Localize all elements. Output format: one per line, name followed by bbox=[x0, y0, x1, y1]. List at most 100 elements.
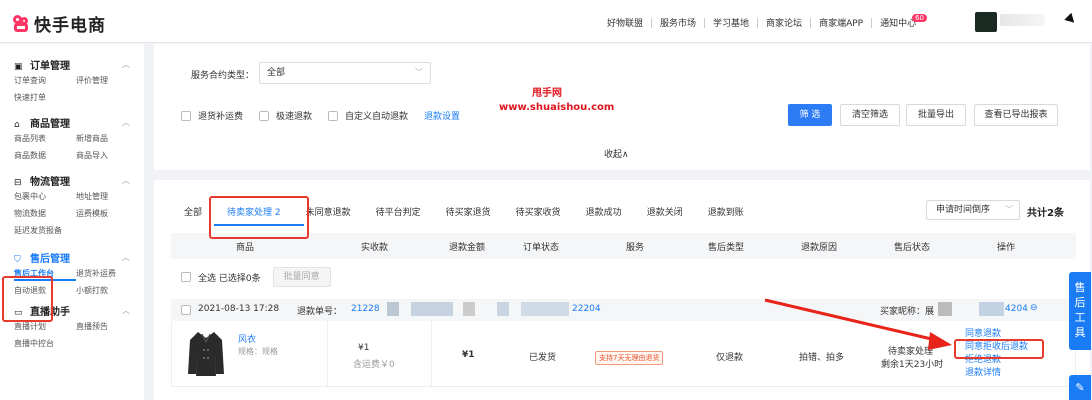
aftersales-tool-button[interactable]: 售后工具 bbox=[1069, 272, 1091, 350]
refund-settings-link[interactable]: 退款设置 bbox=[424, 109, 460, 122]
chevron-up-icon: ︿ bbox=[122, 175, 130, 185]
tab-refund-rejected[interactable]: 未同意退款 bbox=[306, 205, 351, 218]
tab-refund-closed[interactable]: 退款关闭 bbox=[647, 205, 683, 218]
sidebar-group-logistics: ⊟ 物流管理 ︿ 包裹中心 地址管理 物流数据 运费模板 延迟发货报备 bbox=[0, 170, 144, 238]
nav-learning[interactable]: 学习基地 bbox=[713, 16, 749, 29]
sidebar-item-quick-print[interactable]: 快速打单 bbox=[14, 91, 76, 105]
sidebar-item-logistics-data[interactable]: 物流数据 bbox=[14, 207, 76, 221]
contract-type-label: 服务合约类型： bbox=[191, 71, 255, 81]
highlight-box-tab bbox=[209, 196, 309, 239]
order-status: 已发货 bbox=[529, 353, 557, 363]
clear-filter-button[interactable]: 清空筛选 bbox=[840, 104, 900, 126]
sidebar-item-small-payment[interactable]: 小额打款 bbox=[76, 284, 138, 298]
order-checkbox[interactable] bbox=[181, 305, 191, 315]
highlight-box-action bbox=[954, 339, 1044, 359]
nav-haowu[interactable]: 好物联盟 bbox=[607, 16, 643, 29]
selection-bar: 全选 已选择0条 批量同意 bbox=[181, 267, 331, 287]
avatar[interactable] bbox=[975, 12, 997, 32]
sort-select[interactable]: 申请时间倒序 ﹀ bbox=[926, 200, 1020, 220]
checkbox-label: 自定义自动退款 bbox=[345, 112, 409, 122]
refund-no-start[interactable]: 21228 bbox=[351, 304, 380, 314]
coat-product-image[interactable] bbox=[186, 328, 226, 380]
sidebar-item-product-data[interactable]: 商品数据 bbox=[14, 149, 76, 163]
divider bbox=[327, 321, 328, 386]
tab-all[interactable]: 全部 bbox=[184, 205, 202, 218]
buyer-id-end[interactable]: 4204 bbox=[1005, 304, 1028, 314]
tab-buyer-return[interactable]: 待买家退货 bbox=[446, 205, 491, 218]
sidebar-header-orders[interactable]: ▣ 订单管理 ︿ bbox=[14, 54, 130, 74]
col-actions: 操作 bbox=[997, 243, 1016, 253]
batch-export-button[interactable]: 批量导出 bbox=[906, 104, 966, 126]
sidebar-title-aftersales: 售后管理 bbox=[30, 253, 70, 265]
sidebar-item-package-center[interactable]: 包裹中心 bbox=[14, 190, 76, 204]
selected-count: 已选择0条 bbox=[218, 273, 261, 284]
sidebar-item-return-shipping[interactable]: 退货补运费 bbox=[76, 267, 138, 281]
refund-detail-link[interactable]: 退款详情 bbox=[965, 367, 1028, 380]
sidebar-item-product-import[interactable]: 商品导入 bbox=[76, 149, 138, 163]
nav-service-market[interactable]: 服务市场 bbox=[660, 16, 696, 29]
refund-no-end[interactable]: 22204 bbox=[572, 304, 601, 314]
aftersales-status: 待卖家处理 bbox=[888, 347, 934, 357]
sidebar-group-products: ⌂ 商品管理 ︿ 商品列表 新增商品 商品数据 商品导入 bbox=[0, 112, 144, 163]
chevron-down-icon: ﹀ bbox=[1005, 205, 1013, 214]
sidebar-item-reviews[interactable]: 评价管理 bbox=[76, 74, 138, 88]
sidebar-item-address[interactable]: 地址管理 bbox=[76, 190, 138, 204]
redacted-block bbox=[979, 302, 1004, 316]
sidebar-item-delay-report[interactable]: 延迟发货报备 bbox=[14, 224, 76, 238]
edit-icon[interactable]: ✎ bbox=[1069, 375, 1091, 400]
sort-value: 申请时间倒序 bbox=[936, 205, 991, 215]
col-aftersales-type: 售后类型 bbox=[708, 243, 745, 253]
view-exports-button[interactable]: 查看已导出报表 bbox=[974, 104, 1058, 126]
tab-platform-review[interactable]: 待平台判定 bbox=[376, 205, 421, 218]
user-name-blurred[interactable] bbox=[1000, 14, 1045, 26]
sidebar-item-new-product[interactable]: 新增商品 bbox=[76, 132, 138, 146]
sidebar-item-live-preview[interactable]: 直播预告 bbox=[76, 320, 138, 334]
col-aftersales-status: 售后状态 bbox=[894, 243, 931, 253]
paid-amount: ¥1 bbox=[358, 343, 370, 353]
tab-refund-success[interactable]: 退款成功 bbox=[586, 205, 622, 218]
sidebar-item-freight-template[interactable]: 运费模板 bbox=[76, 207, 138, 221]
tab-buyer-receive[interactable]: 待买家收货 bbox=[516, 205, 561, 218]
collapse-toggle[interactable]: 收起∧ bbox=[604, 147, 629, 160]
nav-app[interactable]: 商家端APP bbox=[819, 16, 863, 29]
sidebar-header-products[interactable]: ⌂ 商品管理 ︿ bbox=[14, 112, 130, 132]
buyer-nickname: 买家昵称：展 bbox=[880, 307, 935, 317]
checkbox-return-shipping[interactable]: 退货补运费 bbox=[181, 109, 243, 122]
tab-refund-arrived[interactable]: 退款到账 bbox=[708, 205, 744, 218]
sidebar-group-orders: ▣ 订单管理 ︿ 订单查询 评价管理 快速打单 bbox=[0, 54, 144, 105]
sidebar-header-logistics[interactable]: ⊟ 物流管理 ︿ bbox=[14, 170, 130, 190]
truck-icon: ⊟ bbox=[14, 177, 22, 188]
sidebar-item-live-plan[interactable]: 直播计划 bbox=[14, 320, 76, 334]
bulk-agree-button[interactable]: 批量同意 bbox=[272, 267, 331, 287]
checkbox-custom-auto-refund[interactable]: 自定义自动退款 bbox=[328, 109, 408, 122]
sidebar-item-product-list[interactable]: 商品列表 bbox=[14, 132, 76, 146]
select-all-checkbox[interactable] bbox=[181, 272, 191, 282]
checkbox-box[interactable] bbox=[259, 110, 270, 121]
contract-type-select[interactable]: 全部 ﹀ bbox=[259, 62, 431, 84]
copy-icon[interactable]: ⊖ bbox=[1030, 303, 1038, 313]
mouse-cursor-icon bbox=[1064, 12, 1078, 27]
redacted-block bbox=[411, 302, 453, 316]
checkbox-box[interactable] bbox=[181, 110, 191, 121]
divider bbox=[431, 321, 432, 386]
filter-button[interactable]: 筛 选 bbox=[788, 104, 832, 126]
brand-logo[interactable]: 快手电商 bbox=[12, 11, 106, 36]
col-paid: 实收款 bbox=[361, 243, 389, 253]
nav-notifications[interactable]: 通知中心 bbox=[880, 16, 916, 29]
redacted-block bbox=[497, 302, 509, 316]
aftersales-tool-label: 售后工具 bbox=[1074, 281, 1086, 339]
shipping-fee: 含运费￥0 bbox=[353, 360, 395, 370]
contract-type-value: 全部 bbox=[267, 68, 286, 78]
sidebar-item-live-console[interactable]: 直播中控台 bbox=[14, 337, 76, 351]
sidebar-header-aftersales[interactable]: ⛉ 售后管理 ︿ bbox=[14, 247, 130, 267]
sidebar-item-order-query[interactable]: 订单查询 bbox=[14, 74, 76, 88]
product-name[interactable]: 风衣 bbox=[238, 332, 256, 345]
checkbox-fast-refund[interactable]: 极速退款 bbox=[259, 109, 312, 122]
select-all-label: 全选 bbox=[198, 273, 217, 284]
nav-forum[interactable]: 商家论坛 bbox=[766, 16, 802, 29]
refund-no-label: 退款单号： bbox=[297, 307, 343, 317]
chevron-up-icon: ︿ bbox=[122, 117, 130, 127]
chevron-down-icon: ﹀ bbox=[415, 68, 423, 77]
col-refund-reason: 退款原因 bbox=[801, 243, 838, 253]
checkbox-box[interactable] bbox=[328, 110, 339, 121]
